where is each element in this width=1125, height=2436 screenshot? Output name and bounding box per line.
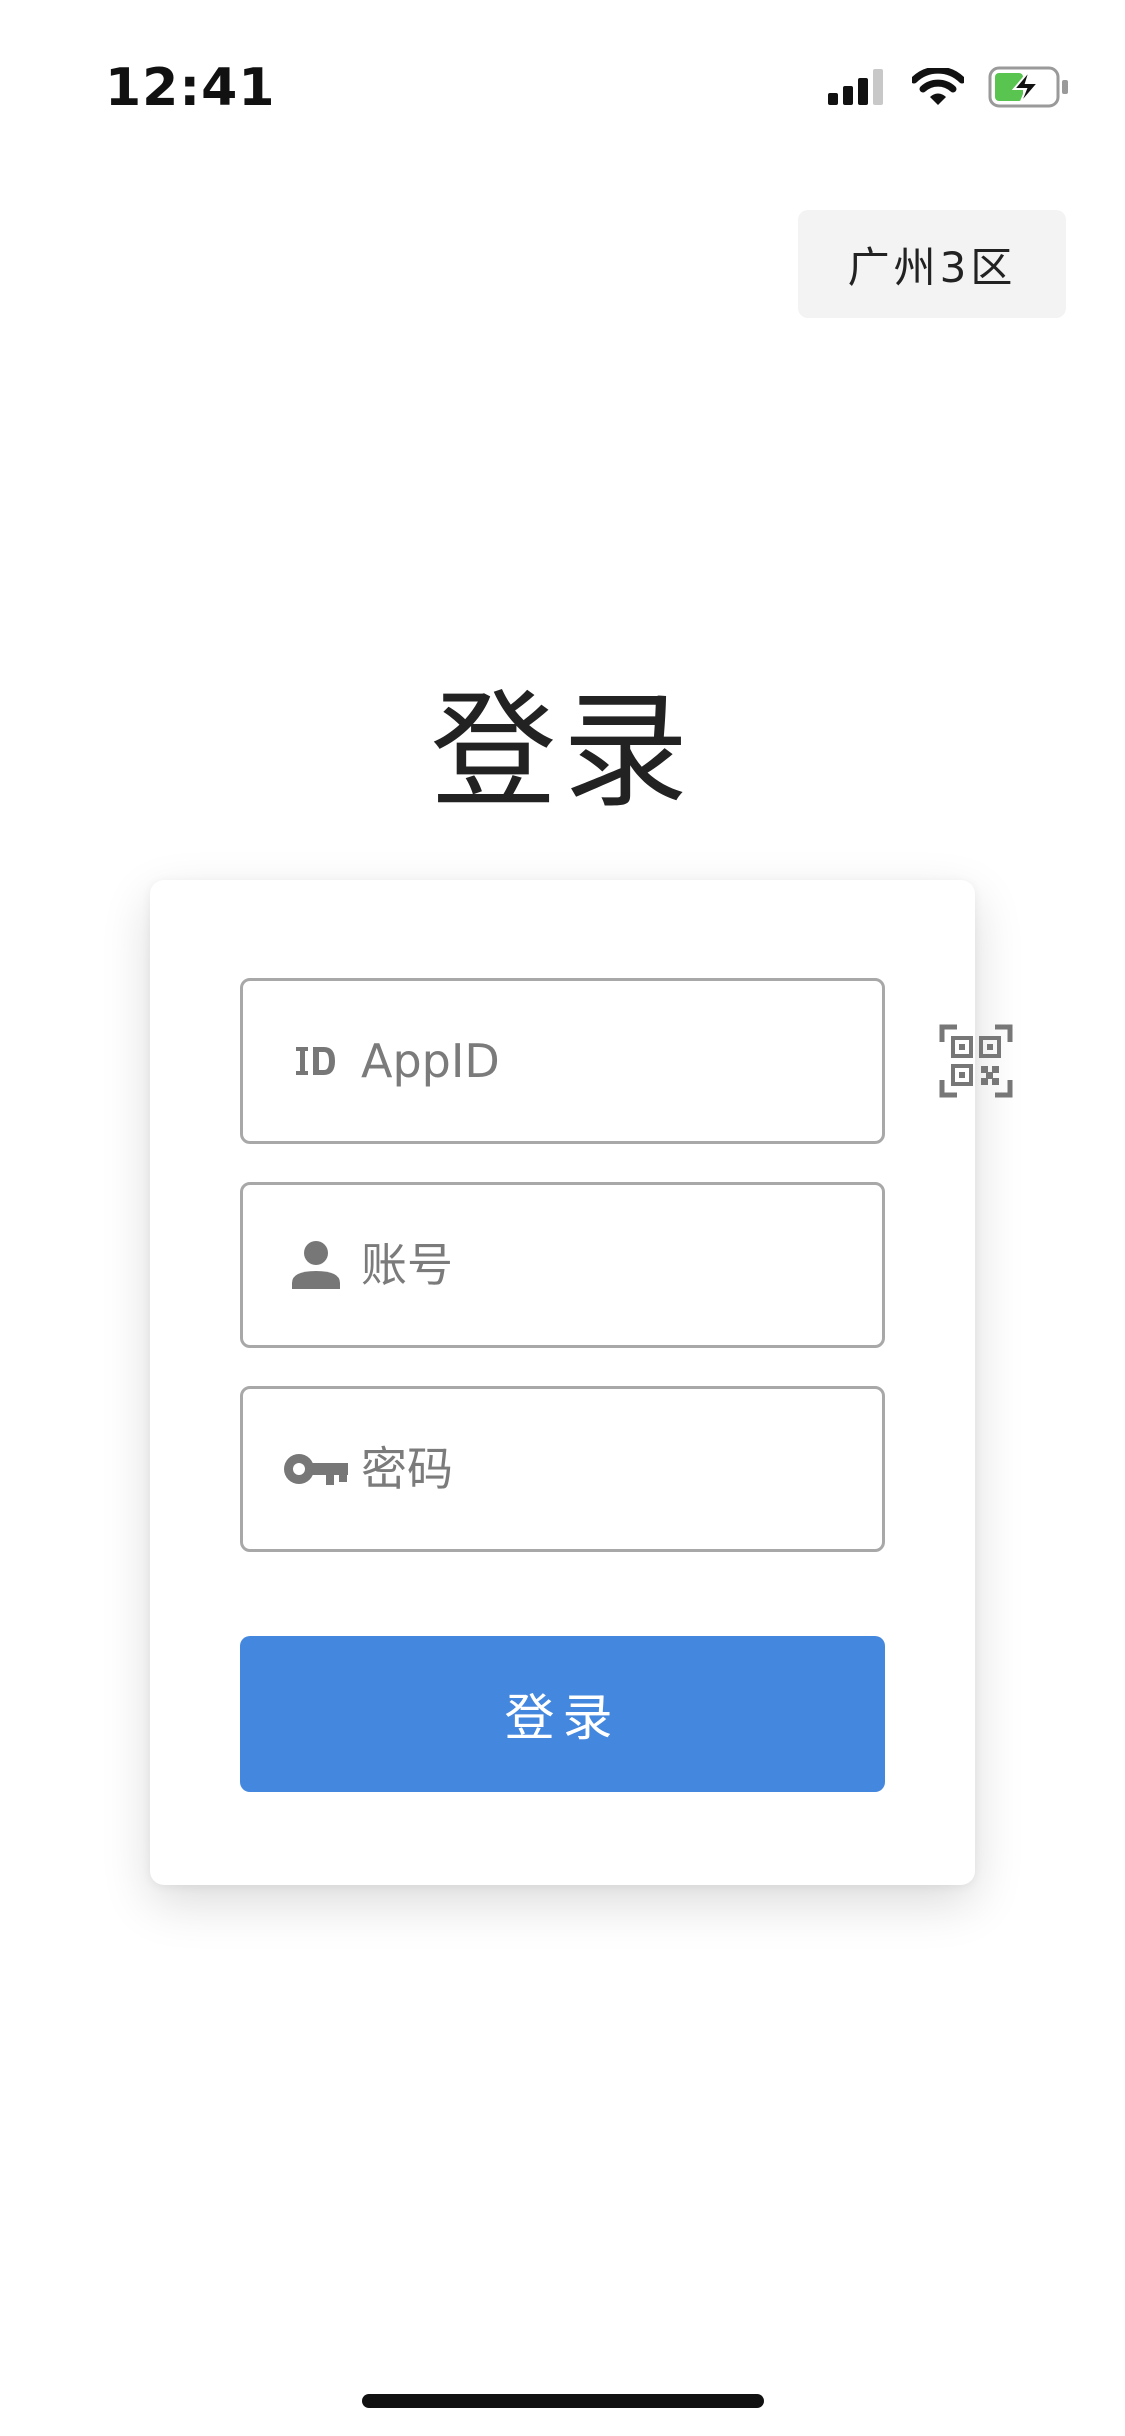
account-field[interactable] bbox=[240, 1182, 933, 1348]
login-card: 登录 bbox=[150, 880, 1013, 1885]
status-bar: 12:41 bbox=[0, 0, 1125, 140]
password-input[interactable] bbox=[361, 1389, 933, 1549]
key-icon bbox=[281, 1449, 351, 1489]
status-icons bbox=[828, 66, 1070, 112]
appid-field[interactable] bbox=[240, 978, 1013, 1144]
qr-code-scan-icon[interactable] bbox=[933, 1018, 1019, 1104]
status-time: 12:41 bbox=[105, 58, 276, 118]
password-field[interactable] bbox=[240, 1386, 933, 1552]
page-title: 登录 bbox=[430, 678, 695, 825]
account-input[interactable] bbox=[361, 1185, 933, 1345]
wifi-icon bbox=[910, 66, 966, 110]
appid-input[interactable] bbox=[361, 981, 933, 1141]
cellular-signal-icon bbox=[828, 69, 888, 109]
id-icon bbox=[281, 1044, 351, 1078]
home-indicator[interactable] bbox=[362, 2394, 764, 2408]
login-button-label: 登录 bbox=[504, 1689, 621, 1747]
person-icon bbox=[281, 1239, 351, 1291]
battery-charging-icon bbox=[988, 66, 1070, 112]
region-label: 广州3区 bbox=[847, 242, 1017, 292]
region-select-button[interactable]: 广州3区 bbox=[798, 210, 1066, 318]
login-button[interactable]: 登录 bbox=[240, 1636, 885, 1792]
